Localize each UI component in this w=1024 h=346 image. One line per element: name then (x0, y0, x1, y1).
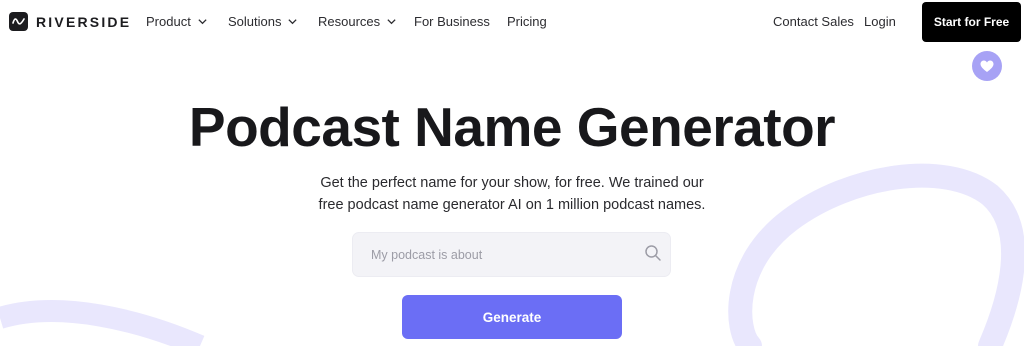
heart-icon (980, 60, 994, 72)
page-title: Podcast Name Generator (188, 96, 836, 158)
generate-button[interactable]: Generate (402, 295, 622, 339)
podcast-topic-input[interactable] (371, 244, 631, 266)
waveform-icon (9, 12, 28, 31)
contact-sales-link[interactable]: Contact Sales (773, 14, 854, 29)
top-navigation: RIVERSIDE Product Solutions Resources Fo… (0, 0, 1024, 44)
nav-item-for-business[interactable]: For Business (414, 14, 490, 29)
brand-logo[interactable]: RIVERSIDE (9, 12, 131, 31)
nav-item-solutions[interactable]: Solutions (228, 14, 298, 29)
start-for-free-button[interactable]: Start for Free (922, 2, 1021, 42)
hero-subtitle-line: Get the perfect name for your show, for … (320, 175, 704, 191)
brand-name: RIVERSIDE (36, 13, 132, 30)
nav-item-pricing[interactable]: Pricing (507, 14, 547, 29)
favorite-button[interactable] (972, 51, 1002, 81)
hero-subtitle-line: free podcast name generator AI on 1 mill… (318, 197, 706, 213)
nav-item-resources[interactable]: Resources (318, 14, 397, 29)
login-link[interactable]: Login (864, 14, 896, 29)
search-icon[interactable] (644, 244, 662, 262)
nav-item-product[interactable]: Product (146, 14, 208, 29)
nav-item-label: Pricing (507, 14, 547, 29)
nav-item-label: Solutions (228, 14, 282, 29)
chevron-down-icon (387, 19, 396, 25)
nav-item-label: For Business (414, 14, 490, 29)
chevron-down-icon (288, 19, 298, 25)
chevron-down-icon (198, 19, 207, 25)
nav-item-label: Product (146, 14, 191, 29)
search-box (352, 232, 671, 277)
nav-item-label: Resources (318, 14, 381, 29)
hero-subtitle: Get the perfect name for your show, for … (262, 172, 762, 216)
